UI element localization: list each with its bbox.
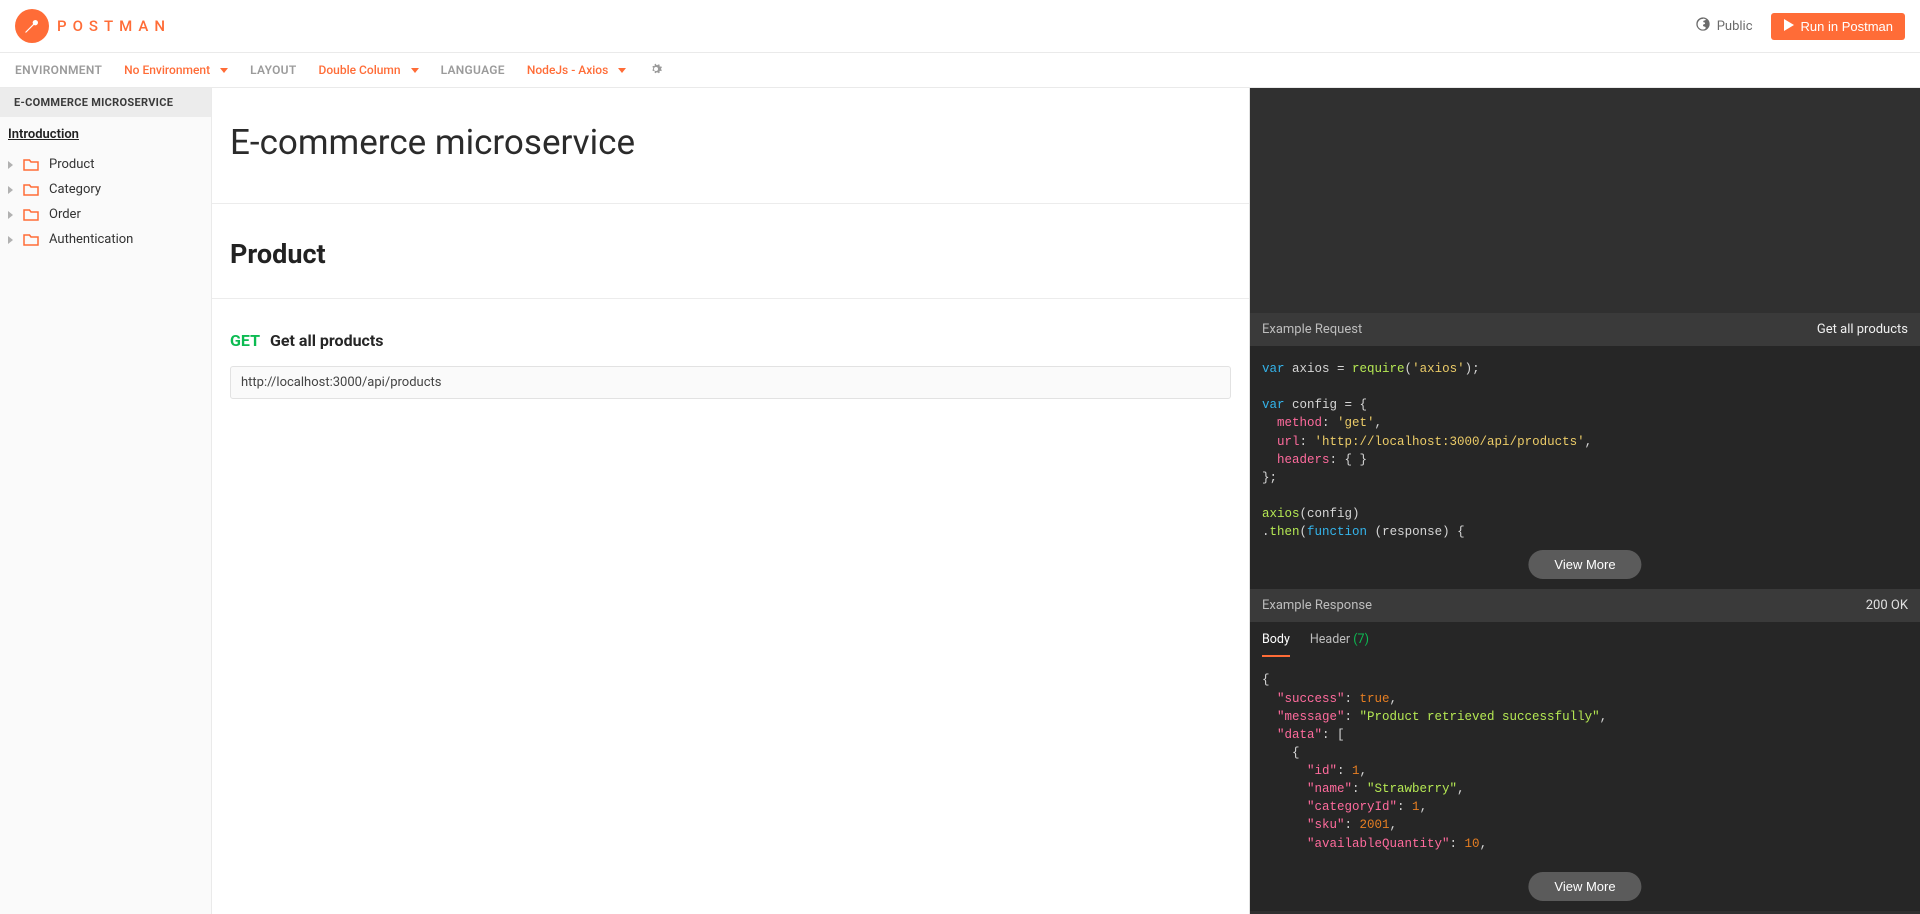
http-method-badge: GET xyxy=(230,331,260,350)
chevron-right-icon xyxy=(8,186,13,194)
language-value: NodeJs - Axios xyxy=(527,63,608,77)
language-selector[interactable]: NodeJs - Axios xyxy=(527,63,626,77)
response-tabs: Body Header (7) xyxy=(1250,622,1920,657)
request-url-box[interactable]: http://localhost:3000/api/products xyxy=(230,366,1231,399)
example-response-bar: Example Response 200 OK xyxy=(1250,589,1920,622)
section-title: Product xyxy=(230,238,1231,270)
play-icon xyxy=(1783,19,1795,34)
brand-text: POSTMAN xyxy=(57,17,171,35)
sidebar-item-product[interactable]: Product xyxy=(0,152,211,177)
documentation-pane: E-commerce microservice Product GET Get … xyxy=(212,88,1250,914)
chevron-right-icon xyxy=(8,161,13,169)
response-status: 200 OK xyxy=(1866,598,1908,613)
sidebar-item-order[interactable]: Order xyxy=(0,202,211,227)
request-code-block[interactable]: var axios = require('axios'); var config… xyxy=(1250,346,1920,589)
tab-body[interactable]: Body xyxy=(1262,632,1290,657)
chevron-right-icon xyxy=(8,211,13,219)
page-title: E-commerce microservice xyxy=(230,122,1231,163)
caret-down-icon xyxy=(220,68,228,73)
sidebar-item-label: Authentication xyxy=(49,232,133,247)
settings-button[interactable] xyxy=(648,61,664,80)
folder-icon xyxy=(23,208,39,221)
layout-value: Double Column xyxy=(319,63,401,77)
language-label: LANGUAGE xyxy=(441,63,505,77)
example-request-label: Example Request xyxy=(1262,322,1362,337)
caret-down-icon xyxy=(618,68,626,73)
tab-header[interactable]: Header (7) xyxy=(1310,632,1369,657)
environment-label: ENVIRONMENT xyxy=(15,63,102,77)
run-btn-label: Run in Postman xyxy=(1801,19,1894,34)
sidebar-item-category[interactable]: Category xyxy=(0,177,211,202)
sidebar-item-label: Product xyxy=(49,157,94,172)
layout-label: LAYOUT xyxy=(250,63,296,77)
sidebar-item-label: Category xyxy=(49,182,101,197)
chevron-right-icon xyxy=(8,236,13,244)
run-in-postman-button[interactable]: Run in Postman xyxy=(1771,13,1906,40)
visibility-text: Public xyxy=(1717,19,1753,34)
gear-icon xyxy=(648,66,664,80)
view-more-request-button[interactable]: View More xyxy=(1528,550,1641,579)
example-request-name[interactable]: Get all products xyxy=(1817,322,1908,337)
config-bar: ENVIRONMENT No Environment LAYOUT Double… xyxy=(0,53,1920,88)
layout-selector[interactable]: Double Column xyxy=(319,63,419,77)
folder-icon xyxy=(23,233,39,246)
sidebar-collection-title: E-COMMERCE MICROSERVICE xyxy=(0,88,211,117)
environment-selector[interactable]: No Environment xyxy=(124,63,228,77)
example-request-bar: Example Request Get all products xyxy=(1250,313,1920,346)
view-more-response-button[interactable]: View More xyxy=(1528,872,1641,901)
logo[interactable]: POSTMAN xyxy=(15,9,171,43)
example-response-label: Example Response xyxy=(1262,598,1372,613)
code-examples-pane: Example Request Get all products var axi… xyxy=(1250,88,1920,914)
folder-icon xyxy=(23,158,39,171)
environment-value: No Environment xyxy=(124,63,210,77)
header-count: (7) xyxy=(1353,632,1369,647)
folder-icon xyxy=(23,183,39,196)
sidebar-item-label: Order xyxy=(49,207,81,222)
sidebar-introduction-link[interactable]: Introduction xyxy=(0,117,211,152)
sidebar-item-authentication[interactable]: Authentication xyxy=(0,227,211,252)
top-bar: POSTMAN Public Run in Postman xyxy=(0,0,1920,53)
visibility-indicator[interactable]: Public xyxy=(1695,16,1753,36)
postman-logo-icon xyxy=(15,9,49,43)
caret-down-icon xyxy=(411,68,419,73)
sidebar: E-COMMERCE MICROSERVICE Introduction Pro… xyxy=(0,88,212,914)
globe-icon xyxy=(1695,16,1711,36)
request-name: Get all products xyxy=(270,331,384,350)
response-code-block[interactable]: { "success": true, "message": "Product r… xyxy=(1250,657,1920,910)
